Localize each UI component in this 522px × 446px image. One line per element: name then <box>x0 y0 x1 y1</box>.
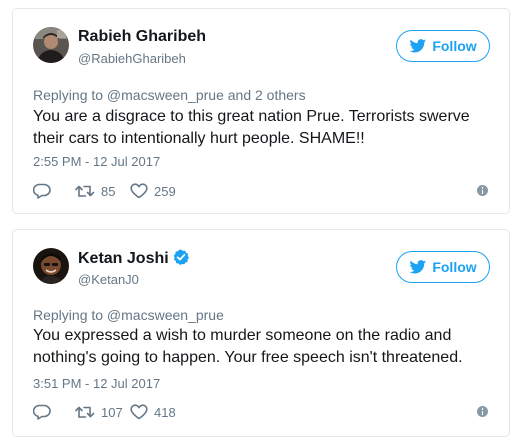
follow-bird-icon <box>409 39 427 53</box>
tweet-actions: 85 259 <box>33 180 176 202</box>
retweet-count: 85 <box>101 183 116 199</box>
tweet-card: Rabieh Gharibeh @RabiehGharibeh Follow R… <box>12 8 510 214</box>
retweet-count: 107 <box>101 404 123 420</box>
follow-button-label: Follow <box>432 259 477 275</box>
tweet-text: You expressed a wish to murder someone o… <box>33 327 463 366</box>
like-button[interactable]: 418 <box>130 404 176 420</box>
avatar[interactable] <box>33 27 69 63</box>
retweet-icon <box>75 406 95 418</box>
tweet-text: You are a disgrace to this great nation … <box>33 108 470 147</box>
follow-bird-icon <box>409 260 427 274</box>
display-name[interactable]: Rabieh Gharibeh <box>78 28 206 46</box>
like-count: 418 <box>154 404 176 420</box>
follow-button[interactable]: Follow <box>396 30 490 62</box>
verified-badge-icon <box>173 249 189 270</box>
username-handle[interactable]: @RabiehGharibeh <box>78 51 186 66</box>
retweet-icon <box>75 185 95 197</box>
reply-button[interactable] <box>33 183 75 199</box>
like-heart-icon <box>130 404 148 420</box>
tweet-actions: 107 418 <box>33 401 176 423</box>
display-name[interactable]: Ketan Joshi <box>78 249 189 270</box>
retweet-button[interactable]: 107 <box>75 405 130 420</box>
reply-icon <box>33 404 51 420</box>
follow-button[interactable]: Follow <box>396 251 490 283</box>
replying-to[interactable]: Replying to @macsween_prue and 2 others <box>33 87 306 103</box>
reply-button[interactable] <box>33 404 75 420</box>
timestamp[interactable]: 3:51 PM - 12 Jul 2017 <box>33 376 160 391</box>
info-icon[interactable] <box>477 185 488 196</box>
username-handle[interactable]: @KetanJ0 <box>78 272 139 287</box>
reply-icon <box>33 183 51 199</box>
avatar[interactable] <box>33 248 69 284</box>
tweet-card: Ketan Joshi @KetanJ0 Follow Replying to … <box>12 229 510 437</box>
like-heart-icon <box>130 183 148 199</box>
timestamp[interactable]: 2:55 PM - 12 Jul 2017 <box>33 154 160 169</box>
retweet-button[interactable]: 85 <box>75 184 130 199</box>
follow-button-label: Follow <box>432 38 477 54</box>
like-count: 259 <box>154 183 176 199</box>
like-button[interactable]: 259 <box>130 183 176 199</box>
replying-to[interactable]: Replying to @macsween_prue <box>33 307 224 323</box>
info-icon[interactable] <box>477 406 488 417</box>
